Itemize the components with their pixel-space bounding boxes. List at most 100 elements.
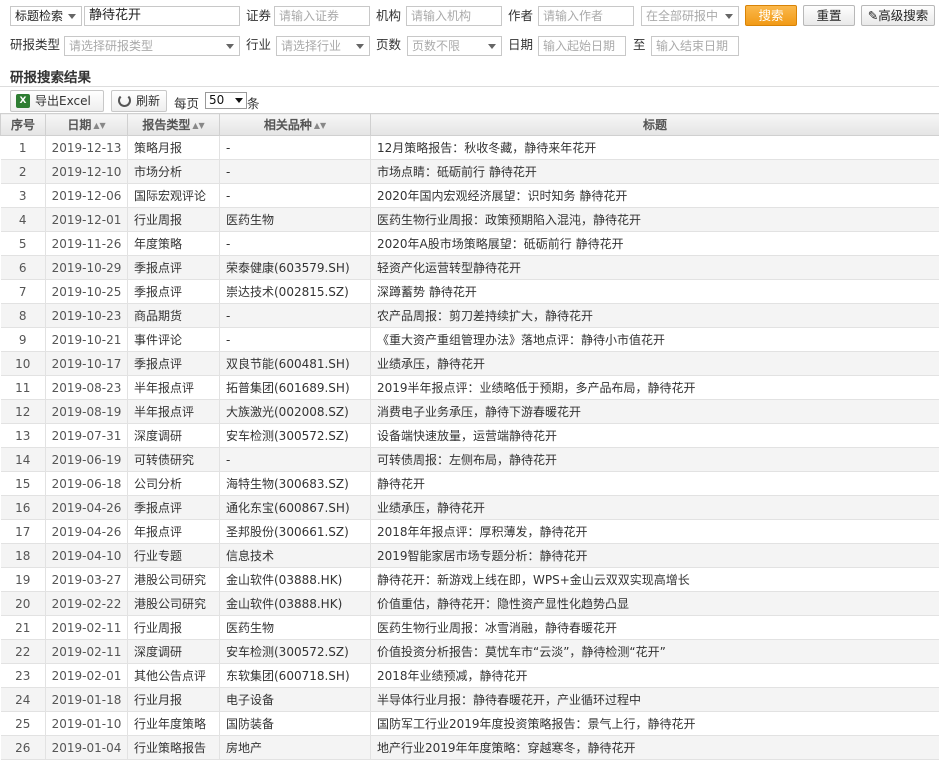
- cell-index: 17: [0, 519, 46, 544]
- table-row[interactable]: 15 2019-06-18 公司分析 海特生物(300683.SZ) 静待花开: [0, 471, 939, 496]
- end-date-input[interactable]: 输入结束日期: [651, 36, 739, 56]
- table-row[interactable]: 19 2019-03-27 港股公司研究 金山软件(03888.HK) 静待花开：新游戏…: [0, 567, 939, 592]
- advanced-search-button[interactable]: ✎高级搜索: [861, 5, 935, 26]
- table-row[interactable]: 17 2019-04-26 年报点评 圣邦股份(300661.SZ) 2018年年报点评…: [0, 519, 939, 544]
- cell-title[interactable]: 业绩承压，静待花开: [370, 351, 939, 376]
- table-row[interactable]: 8 2019-10-23 商品期货 - 农产品周报：剪刀差持续扩大，静待花开: [0, 303, 939, 328]
- cell-date: 2019-12-01: [45, 207, 128, 232]
- cell-date: 2019-04-26: [45, 519, 128, 544]
- table-row[interactable]: 12 2019-08-19 半年报点评 大族激光(002008.SZ) 消费电子业务承压…: [0, 399, 939, 424]
- cell-title[interactable]: 业绩承压，静待花开: [370, 495, 939, 520]
- page-size-select[interactable]: 50: [205, 92, 247, 109]
- security-input[interactable]: 请输入证券: [274, 6, 370, 26]
- cell-title[interactable]: 静待花开: [370, 471, 939, 496]
- security-label: 证券: [246, 8, 272, 23]
- cell-index: 10: [0, 351, 46, 376]
- cell-date: 2019-10-21: [45, 327, 128, 352]
- cell-date: 2019-08-23: [45, 375, 128, 400]
- reset-button[interactable]: 重置: [803, 5, 855, 26]
- pages-select[interactable]: 页数不限: [407, 36, 502, 56]
- search-bar-row: 标题检索 静待花开 证券 请输入证券 机构 请输入机构 作者 请输入作者 在全部…: [0, 0, 939, 32]
- cell-title[interactable]: 价值投资分析报告：莫忧车市“云淡”，静待检测“花开”: [370, 639, 939, 664]
- cell-index: 4: [0, 207, 46, 232]
- report-type-placeholder: 请选择研报类型: [69, 39, 154, 53]
- table-row[interactable]: 4 2019-12-01 行业周报 医药生物 医药生物行业周报：政策预期陷入混沌，静待花…: [0, 207, 939, 232]
- table-row[interactable]: 10 2019-10-17 季报点评 双良节能(600481.SH) 业绩承压，静待花开: [0, 351, 939, 376]
- table-row[interactable]: 23 2019-02-01 其他公告点评 东软集团(600718.SH) 2018年业绩…: [0, 663, 939, 688]
- cell-report-type: 季报点评: [127, 495, 220, 520]
- cell-date: 2019-04-10: [45, 543, 128, 568]
- refresh-button[interactable]: 刷新: [111, 90, 167, 112]
- table-row[interactable]: 16 2019-04-26 季报点评 通化东宝(600867.SH) 业绩承压，静待花开: [0, 495, 939, 520]
- industry-select[interactable]: 请选择行业: [276, 36, 370, 56]
- table-row[interactable]: 24 2019-01-18 行业月报 电子设备 半导体行业月报：静待春暖花开，产业循环过…: [0, 687, 939, 712]
- cell-date: 2019-12-13: [45, 135, 128, 160]
- cell-related-security: 海特生物(300683.SZ): [219, 471, 371, 496]
- cell-title[interactable]: 2018年业绩预减，静待花开: [370, 663, 939, 688]
- cell-title[interactable]: 价值重估，静待花开：隐性资产显性化趋势凸显: [370, 591, 939, 616]
- cell-related-security: 双良节能(600481.SH): [219, 351, 371, 376]
- table-row[interactable]: 5 2019-11-26 年度策略 -2020年A股市场策略展望：砥砺前行 静待花开: [0, 231, 939, 256]
- table-row[interactable]: 21 2019-02-11 行业周报 医药生物 医药生物行业周报：冰雪消融，静待春暖花开: [0, 615, 939, 640]
- table-row[interactable]: 1 2019-12-13 策略月报 -12月策略报告：秋收冬藏，静待来年花开: [0, 135, 939, 160]
- cell-title[interactable]: 消费电子业务承压，静待下游春暖花开: [370, 399, 939, 424]
- cell-title[interactable]: 2019半年报点评：业绩略低于预期，多产品布局，静待花开: [370, 375, 939, 400]
- header-related-security[interactable]: 相关品种 ▲▼: [219, 113, 371, 136]
- table-row[interactable]: 11 2019-08-23 半年报点评 拓普集团(601689.SH) 2019半年报点…: [0, 375, 939, 400]
- report-type-select[interactable]: 请选择研报类型: [64, 36, 240, 56]
- start-date-input[interactable]: 输入起始日期: [538, 36, 626, 56]
- cell-title[interactable]: 医药生物行业周报：冰雪消融，静待春暖花开: [370, 615, 939, 640]
- cell-title[interactable]: 12月策略报告：秋收冬藏，静待来年花开: [370, 135, 939, 160]
- author-input[interactable]: 请输入作者: [538, 6, 634, 26]
- keyword-input[interactable]: 静待花开: [84, 6, 240, 26]
- cell-title[interactable]: 设备端快速放量，运营端静待花开: [370, 423, 939, 448]
- table-row[interactable]: 6 2019-10-29 季报点评 荣泰健康(603579.SH) 轻资产化运营转型静待…: [0, 255, 939, 280]
- cell-title[interactable]: 2020年A股市场策略展望：砥砺前行 静待花开: [370, 231, 939, 256]
- org-input[interactable]: 请输入机构: [406, 6, 502, 26]
- table-row[interactable]: 20 2019-02-22 港股公司研究 金山软件(03888.HK) 价值重估，静待花…: [0, 591, 939, 616]
- date-to-label: 至: [633, 37, 646, 52]
- cell-title[interactable]: 深蹲蓄势 静待花开: [370, 279, 939, 304]
- table-row[interactable]: 18 2019-04-10 行业专题 信息技术 2019智能家居市场专题分析：静待花开: [0, 543, 939, 568]
- table-row[interactable]: 2 2019-12-10 市场分析 - 市场点睛：砥砺前行 静待花开: [0, 159, 939, 184]
- search-button[interactable]: 搜索: [745, 5, 797, 26]
- cell-related-security: 信息技术: [219, 543, 371, 568]
- table-row[interactable]: 14 2019-06-19 可转债研究 - 可转债周报：左侧布局，静待花开: [0, 447, 939, 472]
- cell-report-type: 半年报点评: [127, 399, 220, 424]
- refresh-icon: [118, 94, 131, 107]
- cell-report-type: 可转债研究: [127, 447, 220, 472]
- table-row[interactable]: 26 2019-01-04 行业策略报告 房地产 地产行业2019年年度策略：穿越寒冬，…: [0, 735, 939, 760]
- scope-select[interactable]: 在全部研报中: [641, 6, 739, 26]
- search-mode-select[interactable]: 标题检索: [10, 6, 82, 26]
- table-row[interactable]: 3 2019-12-06 国际宏观评论 -2020年国内宏观经济展望：识时知务 静待花…: [0, 183, 939, 208]
- excel-icon: X: [16, 94, 30, 108]
- cell-title[interactable]: 地产行业2019年年度策略：穿越寒冬，静待花开: [370, 735, 939, 760]
- export-excel-button[interactable]: X 导出Excel: [10, 90, 104, 112]
- header-date[interactable]: 日期 ▲▼: [45, 113, 128, 136]
- cell-title[interactable]: 半导体行业月报：静待春暖花开，产业循环过程中: [370, 687, 939, 712]
- table-row[interactable]: 13 2019-07-31 深度调研 安车检测(300572.SZ) 设备端快速放量，运…: [0, 423, 939, 448]
- cell-title[interactable]: 静待花开：新游戏上线在即，WPS+金山云双双实现高增长: [370, 567, 939, 592]
- cell-title[interactable]: 国防军工行业2019年度投资策略报告：景气上行，静待花开: [370, 711, 939, 736]
- table-row[interactable]: 7 2019-10-25 季报点评 崇达技术(002815.SZ) 深蹲蓄势 静待花开: [0, 279, 939, 304]
- table-header-row: 序号 日期 ▲▼ 报告类型 ▲▼ 相关品种 ▲▼ 标题: [0, 113, 939, 136]
- table-row[interactable]: 25 2019-01-10 行业年度策略 国防装备 国防军工行业2019年度投资策略报告…: [0, 711, 939, 736]
- cell-title[interactable]: 农产品周报：剪刀差持续扩大，静待花开: [370, 303, 939, 328]
- cell-date: 2019-10-29: [45, 255, 128, 280]
- cell-title[interactable]: 2020年国内宏观经济展望：识时知务 静待花开: [370, 183, 939, 208]
- cell-related-security: 房地产: [219, 735, 371, 760]
- cell-title[interactable]: 2019智能家居市场专题分析：静待花开: [370, 543, 939, 568]
- cell-title[interactable]: 医药生物行业周报：政策预期陷入混沌，静待花开: [370, 207, 939, 232]
- header-title: 标题: [370, 113, 939, 136]
- cell-index: 5: [0, 231, 46, 256]
- header-report-type[interactable]: 报告类型 ▲▼: [127, 113, 220, 136]
- cell-title[interactable]: 《重大资产重组管理办法》落地点评：静待小市值花开: [370, 327, 939, 352]
- table-row[interactable]: 9 2019-10-21 事件评论 - 《重大资产重组管理办法》落地点评：静待小市值花开: [0, 327, 939, 352]
- cell-title[interactable]: 可转债周报：左侧布局，静待花开: [370, 447, 939, 472]
- cell-title[interactable]: 2018年年报点评：厚积薄发，静待花开: [370, 519, 939, 544]
- cell-title[interactable]: 市场点睛：砥砺前行 静待花开: [370, 159, 939, 184]
- table-row[interactable]: 22 2019-02-11 深度调研 安车检测(300572.SZ) 价值投资分析报告：…: [0, 639, 939, 664]
- cell-title[interactable]: 轻资产化运营转型静待花开: [370, 255, 939, 280]
- cell-related-security: -: [219, 183, 371, 208]
- cell-index: 24: [0, 687, 46, 712]
